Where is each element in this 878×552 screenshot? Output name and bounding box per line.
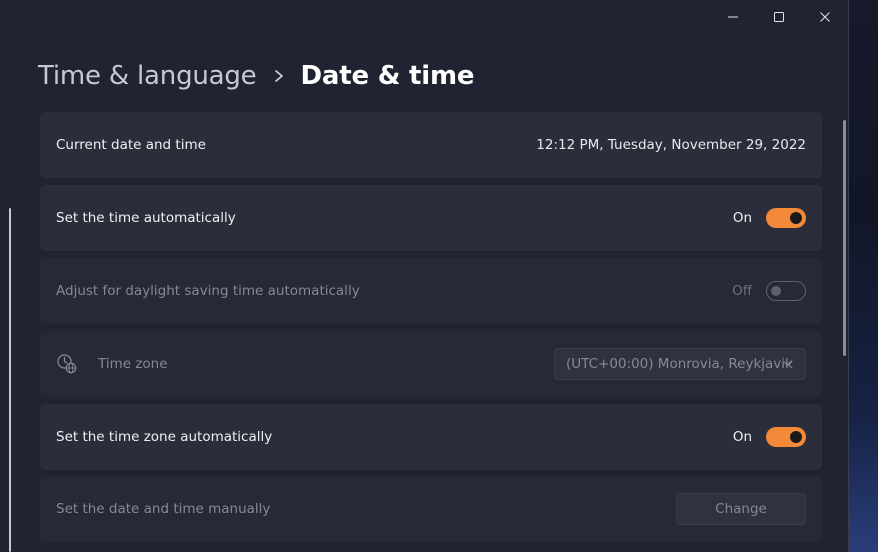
set-time-automatically-card: Set the time automatically On — [40, 185, 822, 251]
toggle-state-label: On — [732, 210, 752, 226]
toggle-knob — [790, 431, 802, 443]
desktop-background — [848, 0, 878, 552]
close-icon — [820, 12, 830, 22]
set-time-zone-automatically-toggle[interactable] — [766, 427, 806, 447]
daylight-saving-label: Adjust for daylight saving time automati… — [56, 283, 360, 299]
time-zone-dropdown[interactable]: (UTC+00:00) Monrovia, Reykjavik — [554, 348, 806, 380]
maximize-button[interactable] — [756, 4, 802, 30]
manual-datetime-card: Set the date and time manually Change — [40, 476, 822, 542]
minimize-button[interactable] — [710, 4, 756, 30]
set-time-zone-automatically-toggle-group: On — [733, 404, 806, 470]
breadcrumb: Time & language Date & time — [38, 56, 475, 96]
page-title: Date & time — [300, 61, 475, 91]
time-zone-label: Time zone — [98, 356, 168, 372]
set-time-automatically-label: Set the time automatically — [56, 210, 236, 226]
time-zone-selected-value: (UTC+00:00) Monrovia, Reykjavik — [566, 356, 793, 372]
change-button[interactable]: Change — [676, 493, 806, 525]
current-datetime-value: 12:12 PM, Tuesday, November 29, 2022 — [536, 137, 806, 153]
toggle-state-label: Off — [732, 283, 752, 299]
set-time-automatically-toggle-group: On — [733, 185, 806, 251]
current-datetime-card: Current date and time 12:12 PM, Tuesday,… — [40, 112, 822, 178]
current-datetime-label: Current date and time — [56, 137, 206, 153]
toggle-state-label: On — [732, 429, 752, 445]
close-button[interactable] — [802, 4, 848, 30]
set-time-automatically-toggle[interactable] — [766, 208, 806, 228]
toggle-knob — [790, 212, 802, 224]
manual-datetime-label: Set the date and time manually — [56, 501, 271, 517]
daylight-saving-toggle-group: Off — [732, 258, 806, 324]
breadcrumb-parent-link[interactable]: Time & language — [38, 61, 257, 91]
nav-pane-edge — [9, 208, 11, 552]
time-zone-card: Time zone (UTC+00:00) Monrovia, Reykjavi… — [40, 331, 822, 397]
globe-clock-icon — [57, 354, 77, 374]
minimize-icon — [728, 16, 738, 18]
scrollbar-thumb[interactable] — [843, 120, 846, 356]
chevron-right-icon — [274, 69, 284, 83]
daylight-saving-toggle[interactable] — [766, 281, 806, 301]
settings-window: Time & language Date & time Current date… — [0, 0, 849, 552]
maximize-icon — [774, 12, 784, 22]
daylight-saving-card: Adjust for daylight saving time automati… — [40, 258, 822, 324]
toggle-knob — [771, 285, 781, 296]
set-time-zone-automatically-card: Set the time zone automatically On — [40, 404, 822, 470]
set-time-zone-automatically-label: Set the time zone automatically — [56, 429, 273, 445]
chevron-down-icon — [783, 361, 793, 367]
